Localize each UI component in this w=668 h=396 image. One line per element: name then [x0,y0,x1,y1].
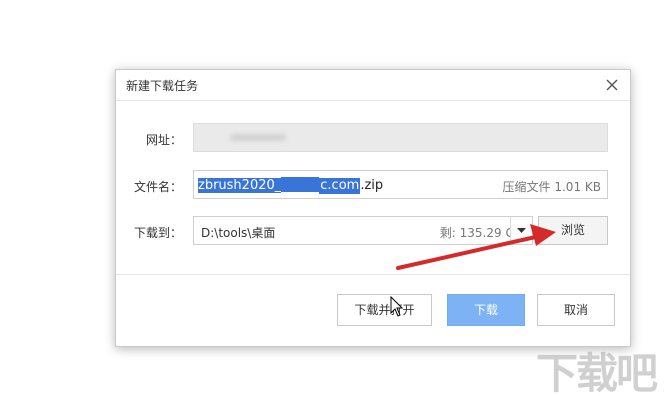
watermark-text: 下载吧 [536,349,658,396]
watermark-logo: 下载吧 [528,340,668,396]
red-arrow-icon [396,224,556,270]
screen: 新建下载任务 网址： 文件名： zbrush2020_ c.com.zip 压缩文… [0,0,668,396]
mouse-pointer-icon [390,296,404,317]
